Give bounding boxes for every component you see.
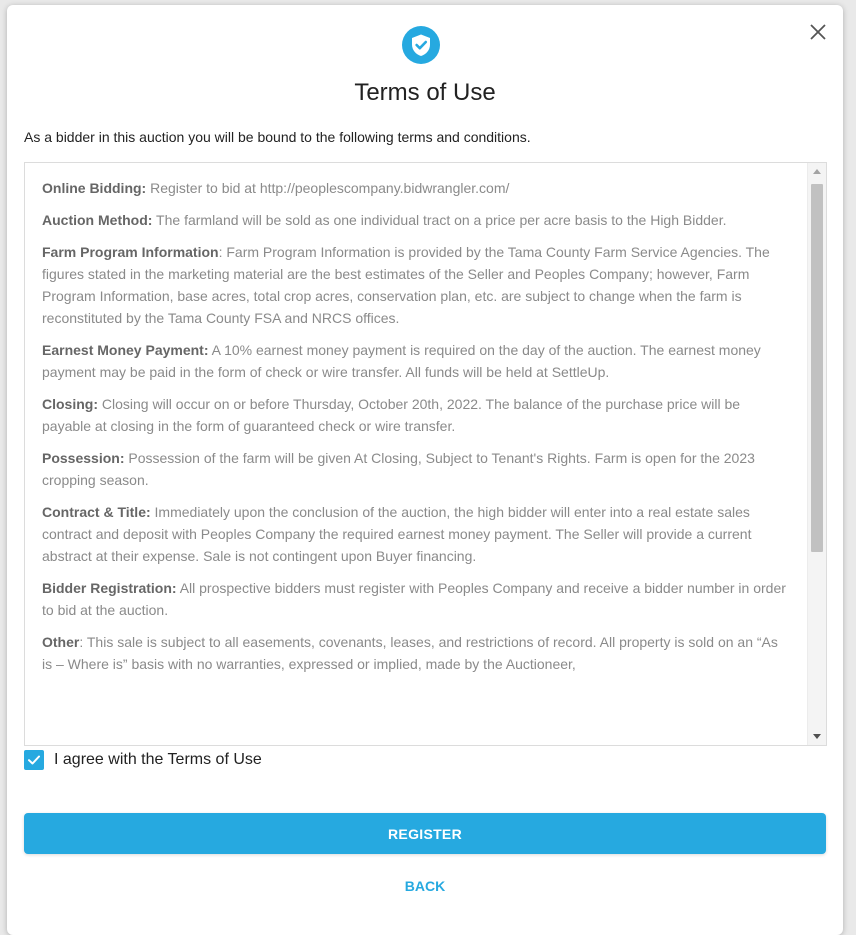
back-button[interactable]: BACK [7, 878, 843, 894]
term-text: Possession of the farm will be given At … [42, 450, 755, 488]
term-paragraph: Possession: Possession of the farm will … [42, 447, 788, 491]
scroll-up-icon[interactable] [813, 169, 821, 174]
term-heading: Contract & Title: [42, 504, 151, 520]
term-heading: Online Bidding: [42, 180, 147, 196]
terms-dialog: Terms of Use As a bidder in this auction… [7, 5, 843, 935]
term-text: Register to bid at http://peoplescompany… [146, 180, 510, 196]
agree-checkbox[interactable] [24, 750, 44, 770]
term-heading: Farm Program Information [42, 244, 219, 260]
term-text: : This sale is subject to all easements,… [42, 634, 778, 672]
term-paragraph: Auction Method: The farmland will be sol… [42, 209, 788, 231]
checkmark-icon [28, 755, 40, 765]
terms-scroll-box[interactable]: Online Bidding: Register to bid at http:… [24, 162, 827, 746]
agree-row[interactable]: I agree with the Terms of Use [24, 749, 262, 771]
term-paragraph: Other: This sale is subject to all easem… [42, 631, 788, 675]
term-text: Closing will occur on or before Thursday… [42, 396, 741, 434]
shield-check-icon [402, 26, 440, 64]
term-paragraph: Closing: Closing will occur on or before… [42, 393, 788, 437]
term-paragraph: Online Bidding: Register to bid at http:… [42, 177, 788, 199]
term-paragraph: Farm Program Information: Farm Program I… [42, 241, 788, 329]
scroll-down-icon[interactable] [813, 734, 821, 739]
close-icon[interactable] [807, 21, 829, 43]
agree-label[interactable]: I agree with the Terms of Use [54, 751, 262, 769]
term-paragraph: Earnest Money Payment: A 10% earnest mon… [42, 339, 788, 383]
term-heading: Closing: [42, 396, 98, 412]
register-button[interactable]: REGISTER [24, 813, 826, 854]
term-heading: Auction Method: [42, 212, 153, 228]
term-heading: Possession: [42, 450, 125, 466]
intro-text: As a bidder in this auction you will be … [24, 129, 531, 145]
term-paragraph: Bidder Registration: All prospective bid… [42, 577, 788, 621]
term-heading: Bidder Registration: [42, 580, 177, 596]
term-heading: Other [42, 634, 80, 650]
vertical-scrollbar[interactable] [807, 163, 826, 745]
term-text: The farmland will be sold as one individ… [152, 212, 727, 228]
terms-content: Online Bidding: Register to bid at http:… [42, 177, 788, 685]
term-heading: Earnest Money Payment: [42, 342, 209, 358]
dialog-title: Terms of Use [354, 79, 496, 106]
term-paragraph: Contract & Title: Immediately upon the c… [42, 501, 788, 567]
scroll-thumb[interactable] [811, 184, 823, 552]
